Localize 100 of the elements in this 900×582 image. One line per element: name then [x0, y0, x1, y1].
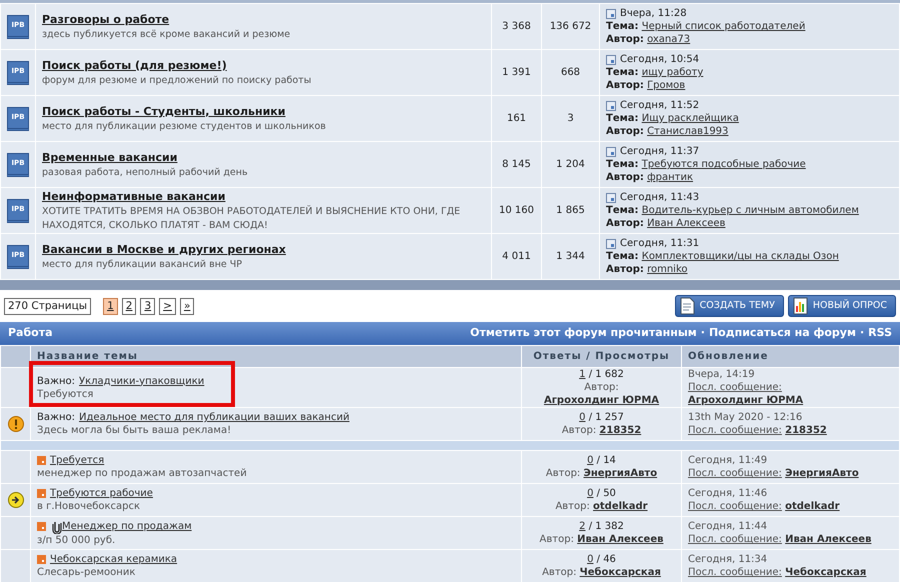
- forum-title[interactable]: Поиск работы (для резюме!): [42, 58, 227, 72]
- post-count: 136 672: [550, 21, 592, 32]
- last-post-link[interactable]: Посл. сообщение:: [688, 382, 782, 393]
- forum-description: здесь публикуется всё кроме вакансий и резюме: [42, 28, 292, 42]
- forum-description: ХОТИТЕ ТРАТИТЬ ВРЕМЯ НА ОБЗВОН РАБОТОДАТЕЛЕЙ И ВЫЯСНЕНИЕ КТО ОНИ, ГДЕ НАХОДЯТСЯ, СКОЛЬКО ПЛАТЯТ - ВАМ СЮДА!: [42, 205, 462, 232]
- author-link[interactable]: Станислав1993: [647, 126, 728, 137]
- last-author-link[interactable]: otdelkadr: [785, 501, 840, 512]
- topic-icon: [37, 522, 46, 531]
- last-author-link[interactable]: ЭнергияАвто: [785, 468, 859, 479]
- author-label: Автор:: [606, 80, 644, 91]
- author-label: Автор:: [606, 172, 644, 183]
- topic-title[interactable]: Требуется: [50, 454, 104, 467]
- last-topic-link[interactable]: Водитель-курьер с личным автомобилем: [642, 205, 859, 216]
- document-icon: [680, 297, 695, 315]
- last-author-link[interactable]: 218352: [785, 425, 827, 436]
- forum-title[interactable]: Вакансии в Москве и других регионах: [42, 242, 286, 256]
- separator-dot: ·: [860, 325, 864, 342]
- update-date: Сегодня, 11:44: [688, 520, 768, 533]
- last-topic-link[interactable]: Требуются подсобные рабочие: [642, 159, 806, 170]
- update-date: Сегодня, 11:49: [688, 454, 768, 467]
- author-label: Автор:: [606, 126, 644, 137]
- topic-title[interactable]: Требуются рабочие: [50, 487, 153, 500]
- topic-icon: [37, 456, 46, 465]
- last-post-link[interactable]: Посл. сообщение:: [688, 567, 782, 578]
- forum-description: место для публикации резюме студентов и школьников: [42, 120, 327, 134]
- last-author-link[interactable]: Агрохолдинг ЮРМА: [688, 395, 804, 406]
- page-link[interactable]: 3: [140, 298, 156, 314]
- page-count: 270 Страницы: [4, 298, 92, 314]
- forum-action-link[interactable]: Подписаться на форум: [708, 325, 856, 342]
- new-poll-button[interactable]: НОВЫЙ ОПРОС: [788, 295, 896, 317]
- last-post-link[interactable]: Посл. сообщение:: [688, 468, 782, 479]
- last-topic-link[interactable]: ищу работу: [642, 67, 704, 78]
- topic-title[interactable]: Чебоксарская керамика: [50, 553, 178, 566]
- forum-title[interactable]: Поиск работы - Студенты, школьники: [42, 104, 286, 118]
- topic-label: Тема:: [606, 251, 639, 262]
- next-page-link[interactable]: >: [159, 298, 176, 314]
- views-count: / 14: [596, 455, 616, 466]
- last-post-icon: [606, 192, 616, 202]
- topic-title[interactable]: Менеджер по продажам: [62, 520, 192, 533]
- last-post-link[interactable]: Посл. сообщение:: [688, 501, 782, 512]
- important-label: Важно:: [37, 411, 76, 424]
- last-page-link[interactable]: »: [180, 298, 194, 314]
- forum-description: форум для резюме и предложений по поиску работы: [42, 74, 312, 88]
- forum-description: разовая работа, неполный рабочий день: [42, 166, 249, 180]
- author-label: Автор:: [555, 501, 590, 512]
- author-link[interactable]: франтик: [647, 172, 694, 183]
- column-header: Ответы / Просмотры: [533, 351, 670, 362]
- topic-count: 10 160: [499, 205, 534, 216]
- last-post-icon: [606, 146, 616, 156]
- forum-title[interactable]: Разговоры о работе: [42, 12, 170, 26]
- new-topic-button[interactable]: СОЗДАТЬ ТЕМУ: [674, 295, 784, 317]
- author-link[interactable]: romniko: [647, 264, 688, 275]
- author-label: Автор:: [606, 34, 644, 45]
- author-link[interactable]: Иван Алексеев: [647, 218, 726, 229]
- page-link[interactable]: 1: [103, 298, 118, 314]
- topic-label: Тема:: [606, 159, 639, 170]
- author-link[interactable]: ЭнергияАвто: [584, 468, 658, 479]
- post-count: 668: [560, 67, 580, 78]
- replies-link[interactable]: 2: [579, 521, 586, 532]
- author-link[interactable]: Иван Алексеев: [577, 534, 664, 545]
- topic-title[interactable]: Идеальное место для публикации ваших вакансий: [79, 411, 350, 424]
- column-header: Обновление: [688, 351, 768, 362]
- replies-link[interactable]: 0: [587, 455, 594, 466]
- replies-link[interactable]: 0: [587, 554, 594, 565]
- forum-action-link[interactable]: Отметить этот форум прочитанным: [470, 325, 697, 342]
- last-topic-link[interactable]: Черный список работодателей: [642, 21, 806, 32]
- forum-title[interactable]: Неинформативные вакансии: [42, 190, 226, 203]
- last-author-link[interactable]: Иван Алексеев: [785, 534, 872, 545]
- last-post-icon: [606, 100, 616, 110]
- forum-action-link[interactable]: RSS: [868, 325, 892, 342]
- last-topic-link[interactable]: Ищу расклейщика: [642, 113, 739, 124]
- last-post-link[interactable]: Посл. сообщение:: [688, 425, 782, 436]
- last-author-link[interactable]: Чебоксарская: [785, 567, 866, 578]
- last-post-link[interactable]: Посл. сообщение:: [688, 534, 782, 545]
- author-label: Автор:: [606, 218, 644, 229]
- author-link[interactable]: oxana73: [647, 34, 690, 45]
- topic-description: Требуются: [37, 388, 94, 400]
- author-link[interactable]: Агрохолдинг ЮРМА: [544, 395, 660, 406]
- topic-icon: [37, 555, 46, 564]
- topic-label: Тема:: [606, 113, 639, 124]
- last-topic-link[interactable]: Комплектовщики/цы на склады Озон: [642, 251, 839, 262]
- topic-label: Тема:: [606, 205, 639, 216]
- author-link[interactable]: 218352: [599, 425, 642, 436]
- replies-link[interactable]: 1: [579, 369, 586, 380]
- post-count: 1 204: [556, 159, 585, 170]
- views-count: / 1 257: [588, 412, 624, 423]
- replies-link[interactable]: 0: [587, 488, 594, 499]
- separator-dot: ·: [700, 325, 705, 342]
- author-link[interactable]: Громов: [647, 80, 686, 91]
- author-link[interactable]: otdelkadr: [593, 501, 648, 512]
- views-count: / 46: [596, 554, 616, 565]
- author-label: Автор:: [584, 382, 619, 393]
- author-link[interactable]: Чебоксарская: [580, 567, 661, 578]
- update-date: 13th May 2020 - 12:16: [688, 411, 804, 424]
- topic-title[interactable]: Укладчики-упаковщики: [79, 374, 204, 388]
- replies-link[interactable]: 0: [579, 412, 586, 423]
- last-post-icon: [606, 238, 616, 248]
- post-count: 1 344: [556, 251, 585, 262]
- forum-title[interactable]: Временные вакансии: [42, 150, 178, 164]
- page-link[interactable]: 2: [122, 298, 136, 314]
